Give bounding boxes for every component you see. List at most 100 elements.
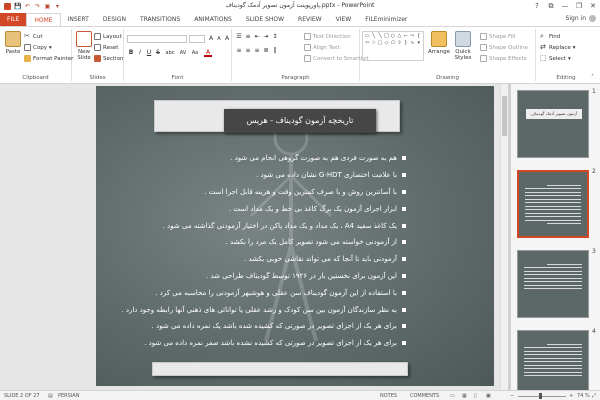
reset-button[interactable]: Reset — [94, 44, 118, 51]
layout-button[interactable]: Layout — [94, 33, 122, 40]
cut-button[interactable]: ✂ Cut — [24, 33, 42, 40]
align-text-icon — [304, 44, 311, 51]
zoom-level[interactable]: 74 % — [577, 393, 590, 399]
grow-font-button[interactable]: A — [207, 35, 215, 43]
tab-design[interactable]: DESIGN — [96, 13, 133, 26]
tab-transitions[interactable]: TRANSITIONS — [133, 13, 187, 26]
slide-sorter-icon[interactable]: ▦ — [462, 393, 467, 399]
restore-button[interactable]: ❐ — [572, 0, 586, 12]
strikethrough-button[interactable]: S — [154, 49, 162, 57]
thumbnail-title: آزمون تصویر آدمک گودیناف — [526, 109, 582, 119]
bullets-icon[interactable]: ☰ — [235, 33, 243, 41]
tab-home[interactable]: HOME — [26, 13, 61, 26]
character-spacing-button[interactable]: AV — [178, 49, 188, 57]
new-slide-button[interactable]: New Slide — [74, 31, 94, 61]
slide-thumbnail-1[interactable]: آزمون تصویر آدمک گودیناف 1 — [514, 88, 596, 160]
redo-icon[interactable]: ↷ — [34, 3, 41, 10]
line-spacing-icon[interactable]: ↕ — [271, 33, 279, 41]
ribbon-display-options-button[interactable]: ⧉ — [544, 0, 558, 12]
start-slideshow-icon[interactable]: ▣ — [44, 3, 51, 10]
title-bar: P 💾 ↶ ↷ ▣ ▾ پاورپوینت آزمون تصویر آدمک گ… — [0, 0, 600, 12]
format-painter-button[interactable]: Format Painter — [24, 55, 73, 62]
qat-customize-icon[interactable]: ▾ — [54, 3, 61, 10]
italic-button[interactable]: I — [136, 49, 144, 57]
help-button[interactable]: ? — [530, 0, 544, 12]
reset-label: Reset — [103, 44, 119, 51]
text-shadow-button[interactable]: abc — [164, 49, 176, 57]
justify-icon[interactable]: ≣ — [262, 47, 270, 55]
save-icon[interactable]: 💾 — [14, 3, 21, 10]
bullet-list[interactable]: هم به صورت فردی هم به صورت گروهی انجام م… — [106, 150, 406, 352]
columns-icon[interactable]: ‖ — [271, 47, 279, 55]
sign-in[interactable]: Sign in — [566, 15, 596, 22]
shape-effects-button[interactable]: Shape Effects — [480, 55, 527, 62]
bullet-text: با آسانترین روش و با صرف کمترین وقت و هز… — [204, 187, 397, 196]
shape-more-icon[interactable]: ▾ — [416, 40, 422, 47]
font-size-combo[interactable] — [189, 35, 205, 43]
tab-animations[interactable]: ANIMATIONS — [187, 13, 239, 26]
zoom-out-button[interactable]: − — [510, 393, 514, 399]
collapse-ribbon-icon[interactable]: ˄ — [591, 74, 594, 81]
bullet-text: به نظر سازندگان آزمون بین سن کودک و رشد … — [121, 305, 397, 314]
shrink-font-button[interactable]: A — [215, 35, 223, 43]
decrease-indent-icon[interactable]: ⇤ — [253, 33, 261, 41]
slide-canvas[interactable]: تاریخچه آزمون گودیناف - هریس هم به صورت … — [96, 86, 494, 386]
increase-indent-icon[interactable]: ⇥ — [262, 33, 270, 41]
quick-styles-button[interactable]: Quick Styles — [452, 31, 474, 61]
clear-formatting-button[interactable]: A — [223, 35, 231, 43]
align-right-icon[interactable]: ≡ — [253, 47, 261, 55]
slide-number: 2 — [592, 168, 596, 175]
align-left-icon[interactable]: ≡ — [235, 47, 243, 55]
language-indicator[interactable]: PERSIAN — [58, 393, 79, 399]
close-button[interactable]: ✕ — [586, 0, 600, 12]
thumbnail-text-lines — [525, 182, 581, 227]
tab-fileminimizer[interactable]: FILEminimizer — [358, 13, 414, 26]
undo-icon[interactable]: ↶ — [24, 3, 31, 10]
replace-button[interactable]: ⇄ Replace ▾ — [540, 44, 576, 51]
tab-review[interactable]: REVIEW — [291, 13, 329, 26]
shape-brace-icon[interactable]: { — [416, 33, 422, 40]
section-button[interactable]: Section — [94, 55, 123, 62]
tab-slide-show[interactable]: SLIDE SHOW — [239, 13, 291, 26]
convert-smartart-button[interactable]: Convert to SmartArt — [304, 55, 369, 62]
tab-insert[interactable]: INSERT — [61, 13, 96, 26]
slide-thumbnail-2[interactable]: 2 — [514, 168, 596, 240]
scrollbar-thumb[interactable] — [502, 96, 507, 136]
slide-title[interactable]: تاریخچه آزمون گودیناف - هریس — [224, 109, 376, 133]
align-text-button[interactable]: Align Text — [304, 44, 340, 51]
text-direction-button[interactable]: Text Direction — [304, 33, 351, 40]
shape-outline-button[interactable]: Shape Outline — [480, 44, 528, 51]
tab-file[interactable]: FILE — [0, 13, 27, 26]
vertical-scrollbar[interactable] — [500, 84, 508, 390]
font-name-combo[interactable] — [127, 35, 187, 43]
shapes-gallery[interactable]: ▭ ╲ ╲ □ ○ △ ⌐ ⇨ { ⇦ ☆ ▢ ◇ ⬠ ⇧ } ∿ ▾ — [362, 31, 424, 61]
zoom-slider-handle[interactable] — [539, 393, 542, 399]
reading-view-icon[interactable]: ▯ — [474, 393, 477, 399]
arrange-button[interactable]: Arrange — [428, 31, 450, 55]
tab-view[interactable]: VIEW — [329, 13, 359, 26]
spelling-icon[interactable]: ▤ — [48, 393, 53, 399]
slideshow-view-icon[interactable]: ▣ — [486, 393, 491, 399]
bold-button[interactable]: B — [127, 49, 135, 57]
normal-view-icon[interactable]: ▭ — [450, 393, 455, 399]
comments-button[interactable]: COMMENTS — [410, 393, 439, 399]
numbering-icon[interactable]: ≡ — [244, 33, 252, 41]
slide-thumbnail-3[interactable]: 3 — [514, 248, 596, 320]
notes-button[interactable]: NOTES — [380, 393, 397, 399]
slide-thumbnails-pane[interactable]: آزمون تصویر آدمک گودیناف 1 2 3 4 — [511, 84, 600, 398]
copy-button[interactable]: Copy ▾ — [24, 44, 52, 51]
select-button[interactable]: ⬚ Select ▾ — [540, 55, 571, 62]
zoom-in-button[interactable]: + — [569, 393, 573, 399]
fit-slide-icon[interactable]: ⤢ — [592, 393, 596, 399]
change-case-button[interactable]: Aa — [190, 49, 200, 57]
align-center-icon[interactable]: ≡ — [244, 47, 252, 55]
font-color-button[interactable]: A — [204, 49, 212, 57]
minimize-button[interactable]: — — [558, 0, 572, 12]
zoom-slider[interactable] — [518, 395, 566, 397]
underline-button[interactable]: U — [145, 49, 153, 57]
shape-fill-button[interactable]: Shape Fill — [480, 33, 515, 40]
find-button[interactable]: ⌕ Find — [540, 33, 560, 40]
paste-button[interactable]: Paste — [3, 31, 23, 55]
bullet-square-icon — [402, 257, 406, 262]
powerpoint-app-icon: P — [4, 2, 11, 10]
